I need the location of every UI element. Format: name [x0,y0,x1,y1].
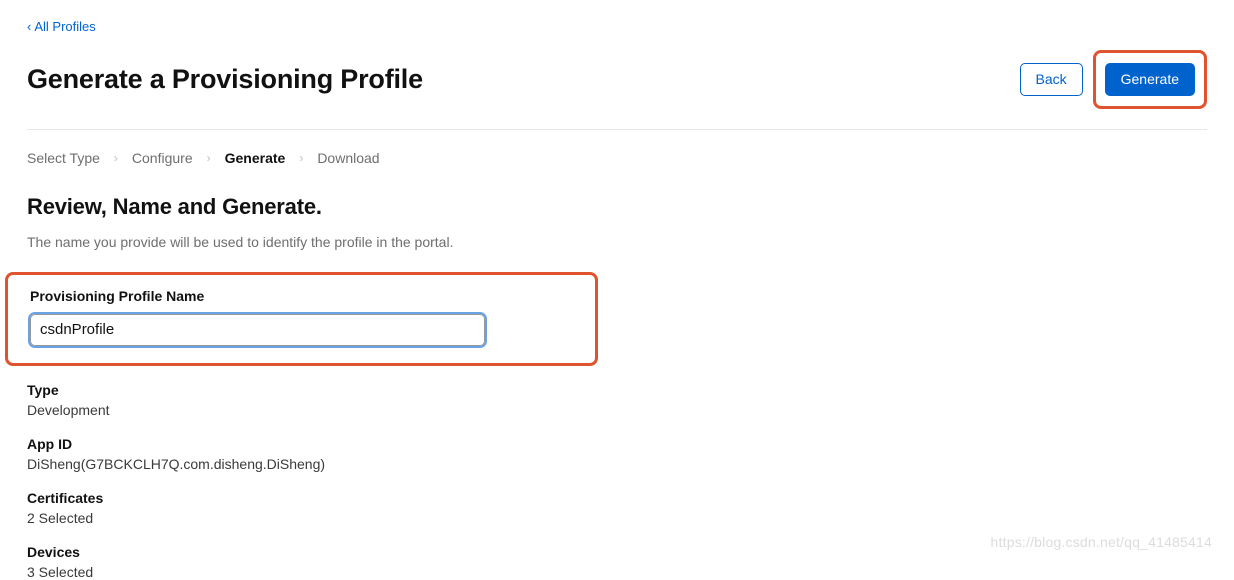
appid-label: App ID [27,436,1207,452]
chevron-right-icon: › [299,151,303,165]
appid-value: DiSheng(G7BCKCLH7Q.com.disheng.DiSheng) [27,456,1207,472]
section-description: The name you provide will be used to ide… [27,234,1207,250]
profile-name-label: Provisioning Profile Name [30,288,573,304]
profile-name-highlight: Provisioning Profile Name [5,272,598,366]
breadcrumb-step-download[interactable]: Download [317,150,379,166]
devices-value: 3 Selected [27,564,1207,580]
type-value: Development [27,402,1207,418]
profile-name-input[interactable] [30,314,485,346]
certificates-value: 2 Selected [27,510,1207,526]
info-type: Type Development [27,382,1207,418]
breadcrumb-step-select-type[interactable]: Select Type [27,150,100,166]
page-header: Generate a Provisioning Profile Back Gen… [27,50,1207,130]
section-title: Review, Name and Generate. [27,194,1207,220]
chevron-right-icon: › [207,151,211,165]
page-title: Generate a Provisioning Profile [27,64,423,95]
all-profiles-link[interactable]: ‹ All Profiles [27,19,96,34]
info-certificates: Certificates 2 Selected [27,490,1207,526]
info-appid: App ID DiSheng(G7BCKCLH7Q.com.disheng.Di… [27,436,1207,472]
generate-highlight: Generate [1093,50,1207,109]
breadcrumb-step-generate[interactable]: Generate [225,150,286,166]
back-button[interactable]: Back [1020,63,1083,96]
all-profiles-label: All Profiles [34,19,95,34]
breadcrumb-step-configure[interactable]: Configure [132,150,193,166]
watermark: https://blog.csdn.net/qq_41485414 [991,534,1212,550]
certificates-label: Certificates [27,490,1207,506]
type-label: Type [27,382,1207,398]
breadcrumb: Select Type › Configure › Generate › Dow… [27,150,1207,166]
chevron-right-icon: › [114,151,118,165]
chevron-left-icon: ‹ [27,19,31,34]
generate-button[interactable]: Generate [1105,63,1195,96]
header-buttons: Back Generate [1020,50,1208,109]
